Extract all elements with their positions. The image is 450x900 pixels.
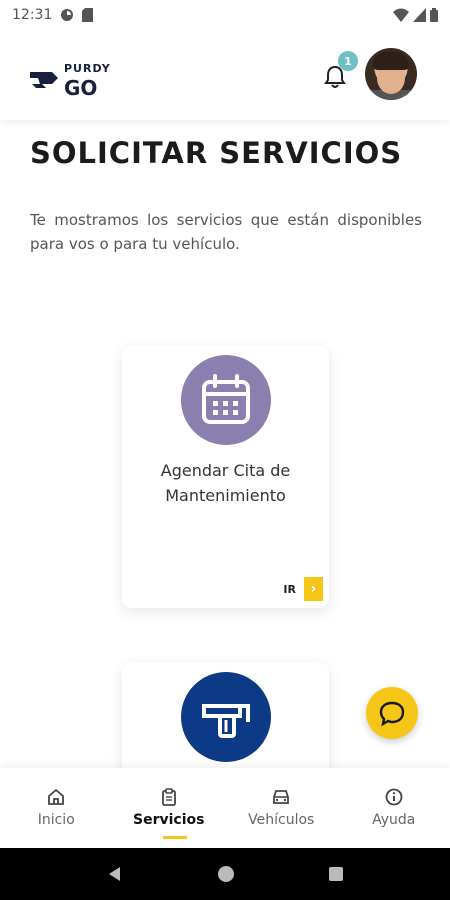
info-icon — [385, 788, 403, 806]
service-title-line2: Mantenimiento — [165, 486, 286, 505]
logo-bottom-text: GO — [64, 76, 98, 100]
notification-badge: 1 — [338, 51, 358, 71]
nav-item-inicio[interactable]: Inicio — [0, 768, 113, 848]
chevron-right-icon[interactable]: › — [304, 577, 323, 601]
service-card-maintenance[interactable]: Agendar Cita de Mantenimiento IR › — [122, 346, 329, 608]
nav-label: Servicios — [133, 812, 205, 828]
service-title-line1: Agendar Cita de — [160, 461, 291, 480]
status-bar: 12:31 — [0, 0, 450, 30]
page-description: Te mostramos los servicios que están dis… — [30, 211, 422, 253]
logo-top-text: PURDY — [64, 62, 111, 75]
nav-label: Ayuda — [372, 812, 416, 828]
nav-item-ayuda[interactable]: Ayuda — [338, 768, 450, 848]
status-time: 12:31 — [12, 7, 53, 23]
page-title: SOLICITAR SERVICIOS — [30, 136, 403, 170]
system-navigation-bar — [0, 848, 450, 900]
avatar[interactable] — [365, 48, 417, 100]
car-icon — [273, 790, 290, 804]
active-tab-indicator — [162, 836, 187, 839]
nav-label: Inicio — [37, 812, 75, 828]
nav-item-vehiculos[interactable]: Vehículos — [225, 768, 338, 848]
back-icon[interactable] — [106, 865, 124, 883]
service-go-button[interactable]: IR › — [283, 577, 323, 601]
recents-icon[interactable] — [328, 866, 344, 882]
purdy-arrow-icon — [30, 72, 58, 88]
purdy-go-logo[interactable]: PURDY GO — [28, 60, 124, 100]
go-label: IR — [283, 582, 296, 596]
calendar-icon — [202, 374, 250, 424]
chat-bubble-icon — [379, 701, 405, 727]
nav-label: Vehículos — [248, 812, 315, 828]
clipboard-icon — [161, 788, 176, 806]
nav-item-servicios[interactable]: Servicios — [113, 768, 226, 848]
signal-icon — [413, 8, 426, 22]
service-icon-circle — [181, 672, 271, 762]
home-circle-icon[interactable] — [217, 865, 235, 883]
data-saver-icon — [61, 9, 74, 21]
service-card-fuel[interactable] — [122, 662, 329, 782]
home-icon — [48, 788, 65, 805]
sd-card-icon — [82, 8, 94, 22]
chat-button[interactable] — [366, 687, 418, 739]
wifi-icon — [393, 8, 409, 22]
service-title: Agendar Cita de Mantenimiento — [122, 458, 329, 508]
battery-icon — [430, 8, 438, 22]
fuel-pump-icon — [202, 704, 250, 738]
service-icon-circle — [181, 355, 271, 445]
bottom-navigation: Inicio Servicios Vehículos Ayuda — [0, 768, 450, 848]
app-header: PURDY GO 1 — [0, 30, 450, 120]
